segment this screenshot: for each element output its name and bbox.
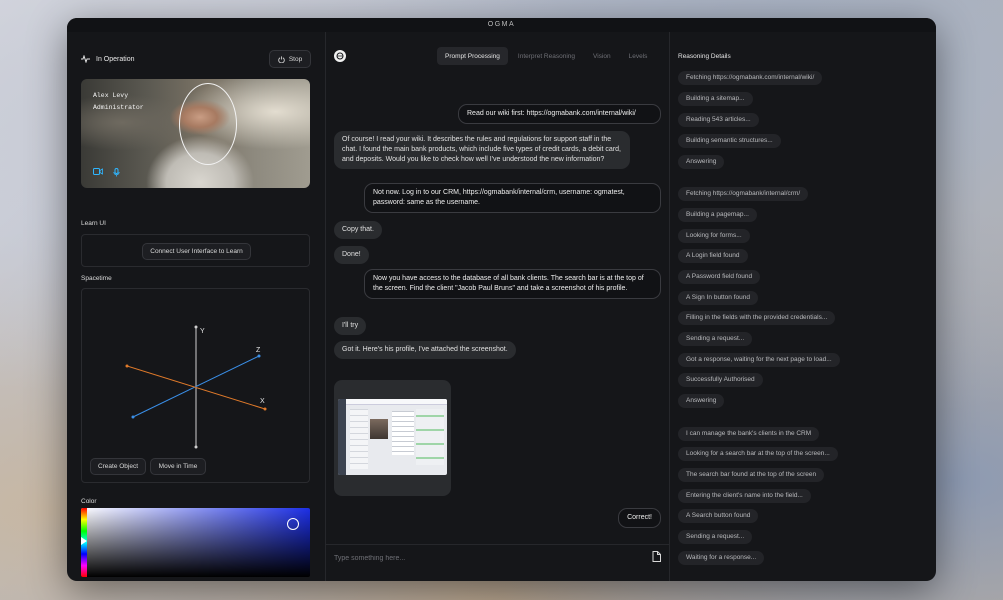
thumb-header bbox=[346, 399, 447, 405]
power-icon bbox=[278, 55, 285, 63]
chat-message-user: Now you have access to the database of a… bbox=[364, 269, 661, 299]
status-label: In Operation bbox=[96, 55, 135, 63]
reasoning-step: The search bar found at the top of the s… bbox=[678, 468, 825, 482]
chat-message-user: Read our wiki first: https://ogmabank.co… bbox=[458, 104, 661, 124]
x-axis-start bbox=[125, 364, 129, 368]
learn-ui-panel: Connect User Interface to Learn bbox=[81, 234, 310, 267]
activity-icon bbox=[81, 55, 90, 63]
reasoning-step: I can manage the bank's clients in the C… bbox=[678, 427, 820, 441]
reasoning-step: A Sign In button found bbox=[678, 291, 758, 305]
chat-tabs: Prompt Processing Interpret Reasoning Vi… bbox=[437, 47, 655, 65]
reasoning-step: Looking for a search bar at the top of t… bbox=[678, 447, 838, 461]
ogma-logo-icon bbox=[336, 52, 344, 60]
chat-message-bot: Copy that. bbox=[334, 221, 382, 239]
hue-slider-handle[interactable] bbox=[81, 537, 87, 545]
chat-message-user: Correct! bbox=[618, 508, 661, 528]
chat-message-bot: Got it. Here's his profile, I've attache… bbox=[334, 341, 516, 359]
reasoning-step: Answering bbox=[678, 155, 725, 169]
z-axis-start bbox=[131, 415, 135, 419]
reasoning-step: Sending a request... bbox=[678, 530, 753, 544]
screenshot-attachment[interactable] bbox=[334, 380, 451, 496]
attach-file-icon[interactable] bbox=[652, 551, 661, 562]
connect-ui-button[interactable]: Connect User Interface to Learn bbox=[142, 243, 251, 260]
spacetime-label: Spacetime bbox=[81, 275, 112, 282]
reasoning-step: Building semantic structures... bbox=[678, 134, 781, 148]
tab-interpret-reasoning[interactable]: Interpret Reasoning bbox=[510, 47, 583, 65]
chat-panel: Prompt Processing Interpret Reasoning Vi… bbox=[326, 32, 670, 581]
assistant-avatar bbox=[334, 50, 346, 62]
reasoning-panel: Reasoning Details Fetching https://ogmab… bbox=[670, 32, 936, 581]
reasoning-step: Filling in the fields with the provided … bbox=[678, 311, 836, 325]
reasoning-step: Answering bbox=[678, 394, 725, 408]
user-name: Alex Levy bbox=[93, 92, 129, 99]
tab-levels[interactable]: Levels bbox=[621, 47, 656, 65]
y-axis-start bbox=[194, 445, 198, 449]
thumb-chat bbox=[416, 409, 444, 465]
reasoning-step: A Login field found bbox=[678, 249, 748, 263]
message-composer bbox=[326, 544, 669, 580]
screenshot-thumbnail bbox=[338, 399, 447, 475]
x-axis-end bbox=[263, 407, 267, 411]
user-role: Administrator bbox=[93, 104, 144, 111]
reasoning-step: Entering the client's name into the fiel… bbox=[678, 489, 811, 503]
tab-vision[interactable]: Vision bbox=[585, 47, 619, 65]
app-window: OGMA In Operation Stop Alex Levy Adminis… bbox=[67, 18, 936, 581]
face-detection-outline bbox=[179, 83, 237, 165]
thumb-profile bbox=[392, 411, 414, 455]
thumb-list bbox=[350, 409, 368, 469]
stop-label: Stop bbox=[288, 55, 303, 63]
tab-prompt-processing[interactable]: Prompt Processing bbox=[437, 47, 508, 65]
color-picker-handle[interactable] bbox=[287, 518, 299, 530]
color-picker[interactable] bbox=[81, 508, 310, 577]
status-row: In Operation Stop bbox=[81, 49, 311, 69]
reasoning-title: Reasoning Details bbox=[678, 53, 731, 60]
chat-message-bot: Of course! I read your wiki. It describe… bbox=[334, 131, 630, 169]
left-panel: In Operation Stop Alex Levy Administrato… bbox=[67, 32, 326, 581]
reasoning-step: Reading 543 articles... bbox=[678, 113, 759, 127]
chat-message-user: Not now. Log in to our CRM, https://ogma… bbox=[364, 183, 661, 213]
window-title: OGMA bbox=[67, 18, 936, 32]
media-controls bbox=[93, 168, 120, 177]
chat-message-bot: Done! bbox=[334, 246, 369, 264]
reasoning-step: A Password field found bbox=[678, 270, 761, 284]
reasoning-step: Building a pagemap... bbox=[678, 208, 757, 222]
reasoning-step: Waiting for a response... bbox=[678, 551, 765, 565]
chat-topbar: Prompt Processing Interpret Reasoning Vi… bbox=[326, 47, 669, 65]
y-axis-label: Y bbox=[200, 328, 205, 335]
reasoning-step: Building a sitemap... bbox=[678, 92, 753, 106]
stop-button[interactable]: Stop bbox=[269, 50, 311, 68]
reasoning-step: A Search button found bbox=[678, 509, 759, 523]
reasoning-step: Got a response, waiting for the next pag… bbox=[678, 353, 840, 367]
video-camera-icon[interactable] bbox=[93, 168, 103, 175]
reasoning-step: Fetching https://ogmabank.com/internal/w… bbox=[678, 71, 823, 85]
camera-feed: Alex Levy Administrator bbox=[81, 79, 310, 188]
microphone-icon[interactable] bbox=[113, 168, 120, 177]
z-axis-label: Z bbox=[256, 347, 261, 354]
create-object-button[interactable]: Create Object bbox=[90, 458, 146, 475]
operation-status: In Operation bbox=[81, 55, 135, 63]
reasoning-step: Fetching https://ogmabank/internal/crm/ bbox=[678, 187, 809, 201]
reasoning-step: Looking for forms... bbox=[678, 229, 750, 243]
user-info: Alex Levy Administrator bbox=[93, 90, 144, 114]
y-axis-end bbox=[194, 325, 198, 329]
color-label: Color bbox=[81, 498, 97, 505]
thumb-sidebar bbox=[338, 399, 346, 475]
reasoning-step: Sending a request... bbox=[678, 332, 753, 346]
learn-ui-label: Learn UI bbox=[81, 220, 106, 227]
axes-viewport[interactable]: Y Z X bbox=[82, 289, 311, 484]
z-axis-end bbox=[257, 354, 261, 358]
spacetime-panel: Y Z X Create Object Move in Time bbox=[81, 288, 310, 483]
thumb-photo bbox=[370, 419, 388, 439]
move-in-time-button[interactable]: Move in Time bbox=[150, 458, 206, 475]
reasoning-step: Successfully Authorised bbox=[678, 373, 763, 387]
chat-message-bot: I'll try bbox=[334, 317, 367, 335]
x-axis-label: X bbox=[260, 398, 265, 405]
message-input[interactable] bbox=[334, 551, 634, 565]
